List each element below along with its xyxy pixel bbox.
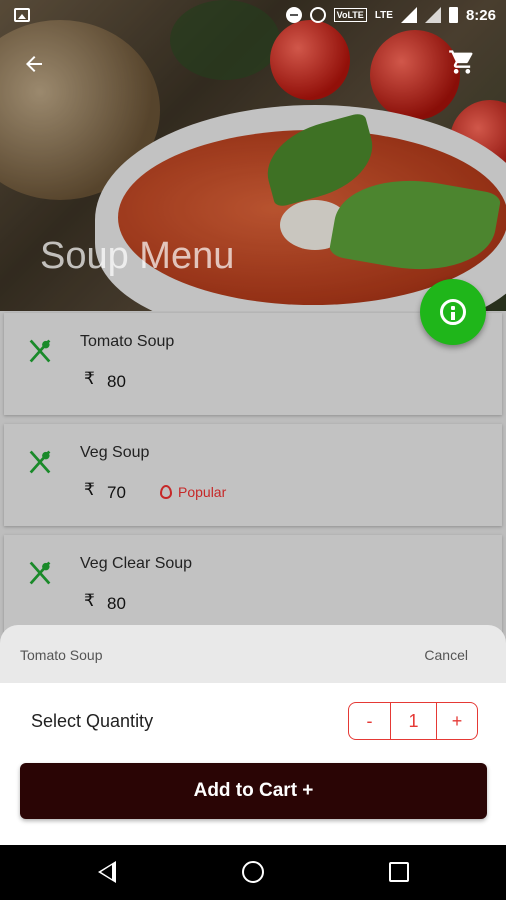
back-arrow-icon[interactable] — [22, 52, 46, 76]
increment-button[interactable]: + — [437, 703, 477, 739]
menu-item-price: 70 — [107, 483, 126, 502]
fork-spoon-icon — [29, 339, 51, 363]
image-notification-icon — [14, 8, 30, 22]
nav-home-icon[interactable] — [242, 861, 264, 883]
info-icon — [440, 299, 466, 325]
network-type: LTE — [374, 9, 393, 21]
signal-icon-2 — [424, 7, 441, 23]
currency-symbol: ₹ — [84, 369, 95, 388]
flame-icon — [160, 485, 172, 499]
nav-recents-icon[interactable] — [389, 862, 409, 882]
fork-spoon-icon — [29, 450, 51, 474]
select-quantity-label: Select Quantity — [31, 711, 154, 731]
menu-item-name: Veg Clear Soup — [80, 555, 193, 572]
nav-back-icon[interactable] — [98, 861, 116, 883]
do-not-disturb-icon — [285, 7, 302, 23]
quantity-stepper: - 1 + — [348, 702, 478, 740]
cancel-button[interactable]: Cancel — [424, 647, 468, 663]
currency-symbol: ₹ — [84, 591, 95, 610]
sheet-header: Tomato Soup Cancel — [0, 625, 506, 683]
add-to-cart-button[interactable]: Add to Cart + — [20, 763, 487, 819]
signal-icon — [400, 7, 417, 23]
alarm-icon — [309, 7, 326, 23]
currency-symbol: ₹ — [84, 480, 95, 499]
menu-item-card[interactable]: Veg Clear Soup ₹ 80 — [4, 535, 502, 635]
popular-label: Popular — [178, 484, 227, 500]
menu-item-price: 80 — [107, 372, 126, 391]
system-nav-bar — [0, 845, 506, 900]
battery-icon — [448, 7, 458, 23]
cart-icon[interactable] — [448, 48, 476, 76]
status-time: 8:26 — [465, 6, 496, 24]
menu-item-name: Tomato Soup — [80, 333, 175, 350]
status-bar: VoLTE LTE 8:26 — [0, 0, 506, 30]
quantity-sheet: Select Quantity - 1 + Add to Cart + — [0, 683, 506, 845]
popular-badge: Popular — [160, 484, 226, 500]
volte-indicator: VoLTE — [333, 8, 367, 22]
quantity-value: 1 — [391, 703, 437, 739]
menu-item-name: Veg Soup — [80, 444, 150, 461]
decrement-button[interactable]: - — [349, 703, 391, 739]
info-button[interactable] — [420, 279, 486, 345]
page-title: Soup Menu — [40, 235, 235, 277]
fork-spoon-icon — [29, 561, 51, 585]
sheet-item-name: Tomato Soup — [20, 647, 103, 663]
menu-item-price: 80 — [107, 594, 126, 613]
menu-item-card[interactable]: Veg Soup ₹ 70 Popular — [4, 424, 502, 526]
